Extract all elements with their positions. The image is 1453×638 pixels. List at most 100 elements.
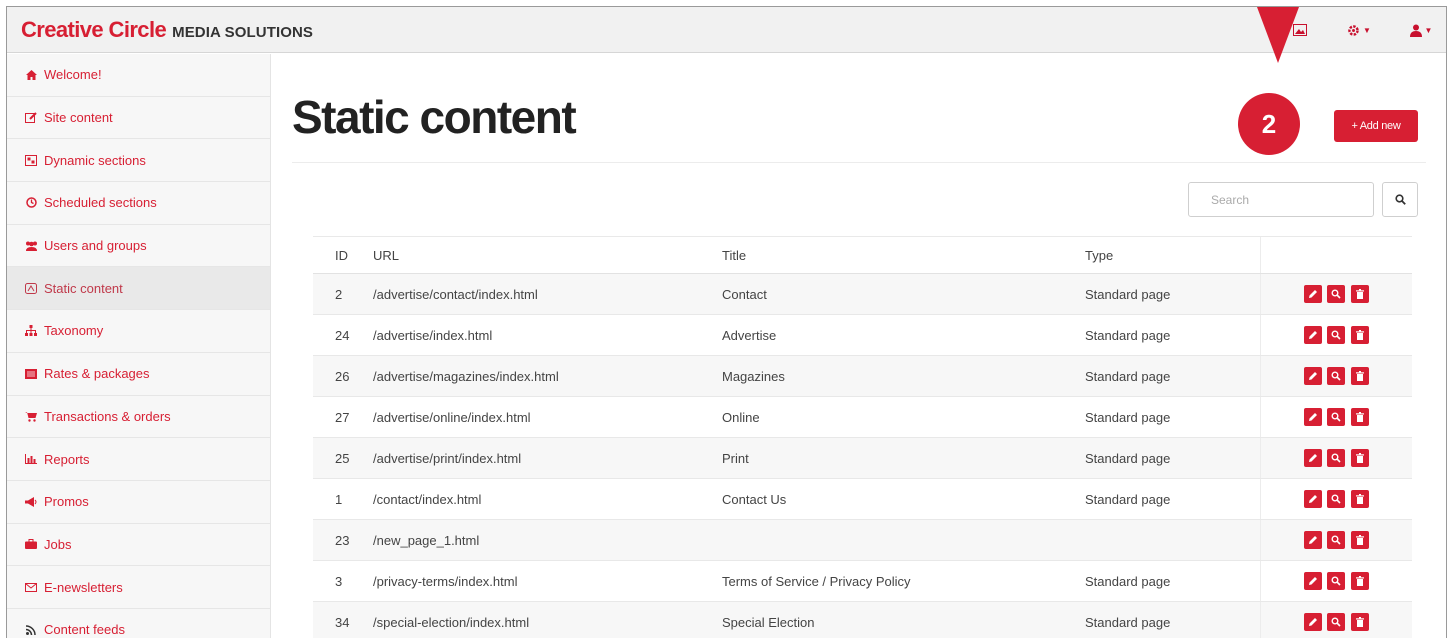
edit-button[interactable] [1303,285,1322,303]
sidebar-item-static-content[interactable]: Static content [7,267,270,311]
view-button[interactable] [1327,572,1346,590]
table-row[interactable]: 1 /contact/index.html Contact Us Standar… [313,478,1412,520]
table-row[interactable]: 24 /advertise/index.html Advertise Stand… [313,314,1412,356]
app-frame: Creative Circle MEDIA SOLUTIONS ▼ ▼ Welc… [6,6,1447,638]
sidebar-item-e-newsletters[interactable]: E-newsletters [7,566,270,609]
delete-button[interactable] [1350,531,1369,549]
edit-button[interactable] [1303,613,1322,631]
table-row[interactable]: 23 /new_page_1.html [313,519,1412,561]
row-actions [1259,478,1412,520]
brand-subtitle: MEDIA SOLUTIONS [172,23,314,41]
column-header-title[interactable]: Title [722,236,1085,274]
cell-type: Standard page [1085,314,1260,356]
add-new-button[interactable]: + Add new [1334,110,1418,142]
column-header-id[interactable]: ID [313,236,364,274]
sidebar-item-content-feeds[interactable]: Content feeds [7,609,270,638]
row-actions [1259,519,1412,561]
pencil-icon [1308,577,1317,585]
static-content-table: ID URL Title Type 2 /advertise/contact/i… [313,236,1412,638]
table-row[interactable]: 2 /advertise/contact/index.html Contact … [313,273,1412,315]
sidebar-item-reports[interactable]: Reports [7,438,270,481]
sidebar-item-label: Jobs [44,536,72,552]
cell-url: /privacy-terms/index.html [364,560,722,602]
view-button[interactable] [1327,490,1346,508]
view-button[interactable] [1327,531,1346,549]
megaphone-icon [23,496,39,507]
clock-icon [23,197,39,209]
cell-type: Standard page [1085,437,1260,479]
sidebar-item-rates-packages[interactable]: Rates & packages [7,353,270,396]
delete-button[interactable] [1350,449,1369,467]
sidebar-item-dynamic-sections[interactable]: Dynamic sections [7,139,270,183]
sections-icon [23,154,39,166]
cell-id: 27 [313,396,364,438]
delete-button[interactable] [1350,572,1369,590]
row-actions [1259,314,1412,356]
edit-button[interactable] [1303,408,1322,426]
pencil-icon [1308,618,1317,626]
cell-id: 1 [313,478,364,520]
edit-button[interactable] [1303,449,1322,467]
delete-button[interactable] [1350,490,1369,508]
trash-icon [1355,494,1364,504]
list-icon [23,368,39,379]
search-button[interactable] [1382,182,1418,217]
sidebar-item-label: Rates & packages [44,366,150,382]
row-actions [1259,273,1412,315]
cell-id: 23 [313,519,364,561]
edit-button[interactable] [1303,367,1322,385]
view-button[interactable] [1327,408,1346,426]
page-title: Static content [292,91,577,143]
table-row[interactable]: 34 /special-election/index.html Special … [313,601,1412,638]
search-icon [1331,330,1341,340]
view-button[interactable] [1327,326,1346,344]
static-icon [23,282,39,294]
table-row[interactable]: 25 /advertise/print/index.html Print Sta… [313,437,1412,479]
cell-type: Standard page [1085,478,1260,520]
trash-icon [1355,289,1364,299]
sidebar-item-label: Scheduled sections [44,195,157,211]
delete-button[interactable] [1350,285,1369,303]
sidebar-item-users-and-groups[interactable]: Users and groups [7,225,270,268]
sidebar-item-scheduled-sections[interactable]: Scheduled sections [7,182,270,225]
edit-button[interactable] [1303,531,1322,549]
search-icon [1394,194,1406,205]
sidebar-item-label: Users and groups [44,238,147,254]
table-row[interactable]: 27 /advertise/online/index.html Online S… [313,396,1412,438]
sidebar-item-label: Site content [44,110,113,126]
sidebar-item-welcome[interactable]: Welcome! [7,54,270,97]
view-button[interactable] [1327,367,1346,385]
column-header-url[interactable]: URL [364,236,722,274]
row-actions [1259,560,1412,602]
sidebar-item-taxonomy[interactable]: Taxonomy [7,310,270,353]
cell-id: 34 [313,601,364,638]
user-icon[interactable]: ▼ [1406,7,1436,53]
sidebar-item-transactions-orders[interactable]: Transactions & orders [7,396,270,439]
table-row[interactable]: 26 /advertise/magazines/index.html Magaz… [313,355,1412,397]
delete-button[interactable] [1350,408,1369,426]
row-actions [1259,437,1412,479]
cell-url: /advertise/contact/index.html [364,273,722,315]
search-input[interactable] [1188,182,1374,217]
delete-button[interactable] [1350,613,1369,631]
search-icon [1331,371,1341,381]
sidebar-item-promos[interactable]: Promos [7,481,270,524]
delete-button[interactable] [1350,326,1369,344]
edit-button[interactable] [1303,490,1322,508]
sidebar-item-jobs[interactable]: Jobs [7,524,270,567]
pencil-icon [1308,331,1317,339]
gear-icon[interactable]: ▼ [1344,7,1374,53]
brand-logo[interactable]: Creative Circle MEDIA SOLUTIONS [21,17,313,43]
pencil-icon [1308,413,1317,421]
trash-icon [1355,576,1364,586]
sidebar-item-site-content[interactable]: Site content [7,97,270,140]
view-button[interactable] [1327,285,1346,303]
view-button[interactable] [1327,449,1346,467]
edit-button[interactable] [1303,326,1322,344]
column-header-type[interactable]: Type [1085,236,1260,274]
table-row[interactable]: 3 /privacy-terms/index.html Terms of Ser… [313,560,1412,602]
edit-button[interactable] [1303,572,1322,590]
view-button[interactable] [1327,613,1346,631]
delete-button[interactable] [1350,367,1369,385]
cell-url: /special-election/index.html [364,601,722,638]
